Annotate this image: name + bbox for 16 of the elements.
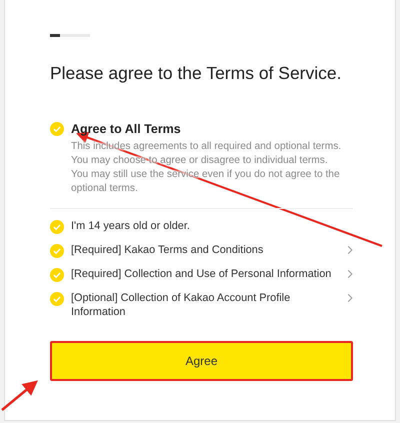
chevron-right-icon[interactable] <box>347 269 353 279</box>
agree-button[interactable]: Agree <box>50 341 353 381</box>
page-title: Please agree to the Terms of Service. <box>50 63 342 84</box>
term-label[interactable]: I'm 14 years old or older. <box>71 219 353 233</box>
checkbox[interactable] <box>50 292 64 306</box>
checkbox[interactable] <box>50 268 64 282</box>
arrow-annotation <box>1 380 38 411</box>
chevron-right-icon[interactable] <box>347 245 353 255</box>
chevron-right-icon[interactable] <box>347 293 353 303</box>
term-label[interactable]: [Required] Collection and Use of Personal Information <box>71 267 341 281</box>
checkbox[interactable] <box>50 122 64 136</box>
checkbox[interactable] <box>50 220 64 234</box>
term-label[interactable]: [Required] Kakao Terms and Conditions <box>71 243 341 257</box>
agree-all-label[interactable]: Agree to All Terms <box>71 122 181 136</box>
checkbox[interactable] <box>50 244 64 258</box>
term-label[interactable]: [Optional] Collection of Kakao Account Profile Information <box>71 291 341 319</box>
